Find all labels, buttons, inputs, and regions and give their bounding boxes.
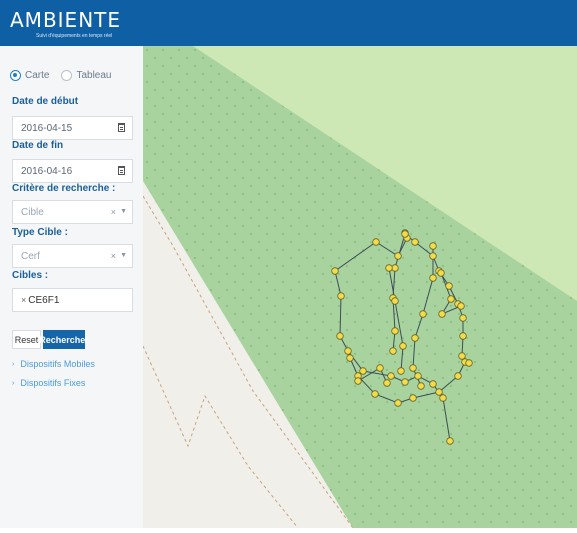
gps-fix-marker[interactable] — [409, 364, 417, 372]
end-date-value: 2016-04-16 — [21, 165, 73, 177]
search-sidebar: Carte Tableau Date de début 2016-04-15 D… — [0, 46, 144, 528]
start-date-label: Date de début — [12, 96, 79, 107]
gps-fix-marker[interactable] — [437, 269, 445, 277]
gps-fix-marker[interactable] — [411, 238, 419, 246]
app-logo[interactable]: AMBIENTE — [10, 8, 121, 32]
tree-item-fixed-label: Dispositifs Fixes — [20, 378, 86, 388]
gps-fix-marker[interactable] — [429, 274, 437, 282]
gps-fix-marker[interactable] — [459, 332, 467, 340]
gps-fix-marker[interactable] — [344, 347, 352, 355]
gps-fix-marker[interactable] — [331, 267, 339, 275]
gps-fix-marker[interactable] — [417, 382, 425, 390]
gps-fix-marker[interactable] — [394, 399, 402, 407]
map-canvas[interactable] — [142, 46, 577, 529]
gps-fix-marker[interactable] — [387, 372, 395, 380]
target-type-label: Type Cible : — [12, 227, 68, 238]
gps-fix-marker[interactable] — [465, 359, 473, 367]
gps-fix-marker[interactable] — [401, 378, 409, 386]
gps-fix-marker[interactable] — [354, 377, 362, 385]
gps-fix-marker[interactable] — [394, 252, 402, 260]
gps-fix-marker[interactable] — [401, 230, 409, 238]
gps-fix-marker[interactable] — [385, 264, 393, 272]
search-criteria-value: Cible — [21, 206, 44, 218]
gps-fix-marker[interactable] — [383, 379, 391, 387]
gps-fix-marker[interactable] — [409, 394, 417, 402]
tree-item-mobile-devices[interactable]: › Dispositifs Mobiles — [12, 359, 95, 369]
targets-multiselect[interactable]: × CE6F1 — [12, 288, 133, 312]
search-criteria-label: Critère de recherche : — [12, 183, 116, 194]
end-date-label: Date de fin — [12, 140, 64, 151]
gps-fix-marker[interactable] — [446, 437, 454, 445]
start-date-value: 2016-04-15 — [21, 122, 73, 134]
gps-fix-marker[interactable] — [397, 367, 405, 375]
chevron-down-icon[interactable]: ▼ — [120, 208, 127, 215]
reset-button[interactable]: Reset — [12, 330, 41, 349]
chevron-down-icon[interactable]: ▼ — [120, 252, 127, 259]
app-tagline: Suivi d'équipements en temps réel — [36, 33, 113, 39]
gps-fix-marker[interactable] — [411, 334, 419, 342]
gps-fix-marker[interactable] — [429, 242, 437, 250]
target-type-value: Cerf — [21, 250, 40, 262]
gps-fix-marker[interactable] — [459, 314, 467, 322]
gps-fix-marker[interactable] — [438, 310, 446, 318]
gps-fix-marker[interactable] — [454, 372, 462, 380]
targets-label: Cibles : — [12, 270, 49, 281]
gps-fix-marker[interactable] — [337, 292, 345, 300]
remove-chip-icon[interactable]: × — [21, 295, 26, 305]
gps-fix-marker[interactable] — [372, 238, 380, 246]
target-chip-label: CE6F1 — [28, 294, 60, 306]
radio-checked-icon — [10, 70, 21, 81]
gps-fix-marker[interactable] — [371, 390, 379, 398]
gps-fix-marker[interactable] — [391, 327, 399, 335]
target-chip[interactable]: × CE6F1 — [21, 295, 59, 306]
target-type-select[interactable]: Cerf × ▼ — [12, 244, 133, 268]
gps-fix-marker[interactable] — [389, 347, 397, 355]
tree-item-mobile-label: Dispositifs Mobiles — [20, 359, 95, 369]
gps-fix-marker[interactable] — [419, 310, 427, 318]
gps-fix-marker[interactable] — [346, 354, 354, 362]
app-header: AMBIENTE Suivi d'équipements en temps ré… — [0, 0, 577, 46]
gps-fix-marker[interactable] — [336, 332, 344, 340]
gps-fix-marker[interactable] — [391, 297, 399, 305]
calendar-icon[interactable] — [118, 123, 125, 132]
gps-fix-marker[interactable] — [429, 252, 437, 260]
gps-fix-marker[interactable] — [435, 388, 443, 396]
clear-icon[interactable]: × — [111, 251, 116, 261]
radio-unchecked-icon — [61, 70, 73, 81]
gps-fix-marker[interactable] — [414, 372, 422, 380]
gps-fix-marker[interactable] — [447, 295, 455, 303]
radio-carte-label: Carte — [25, 70, 50, 81]
gps-fix-marker[interactable] — [399, 342, 407, 350]
gps-fix-marker[interactable] — [457, 302, 465, 310]
gps-fix-marker[interactable] — [429, 380, 437, 388]
end-date-input[interactable]: 2016-04-16 — [12, 159, 133, 183]
chevron-right-icon: › — [12, 360, 15, 368]
calendar-icon[interactable] — [118, 166, 125, 175]
radio-tableau[interactable]: Tableau — [61, 70, 111, 81]
radio-tableau-label: Tableau — [76, 70, 112, 81]
start-date-input[interactable]: 2016-04-15 — [12, 116, 133, 140]
view-toggle: Carte Tableau — [10, 70, 111, 81]
radio-carte[interactable]: Carte — [10, 70, 49, 81]
gps-fix-marker[interactable] — [458, 352, 466, 360]
search-criteria-select[interactable]: Cible × ▼ — [12, 200, 133, 224]
search-button[interactable]: Rechercher — [39, 330, 89, 349]
gps-fix-marker[interactable] — [439, 394, 447, 402]
gps-fix-marker[interactable] — [359, 367, 367, 375]
gps-fix-marker[interactable] — [445, 282, 453, 290]
tree-item-fixed-devices[interactable]: › Dispositifs Fixes — [12, 378, 85, 388]
map-view[interactable] — [142, 46, 577, 529]
chevron-right-icon: › — [12, 379, 15, 387]
clear-icon[interactable]: × — [111, 207, 116, 217]
gps-fix-marker[interactable] — [376, 364, 384, 372]
